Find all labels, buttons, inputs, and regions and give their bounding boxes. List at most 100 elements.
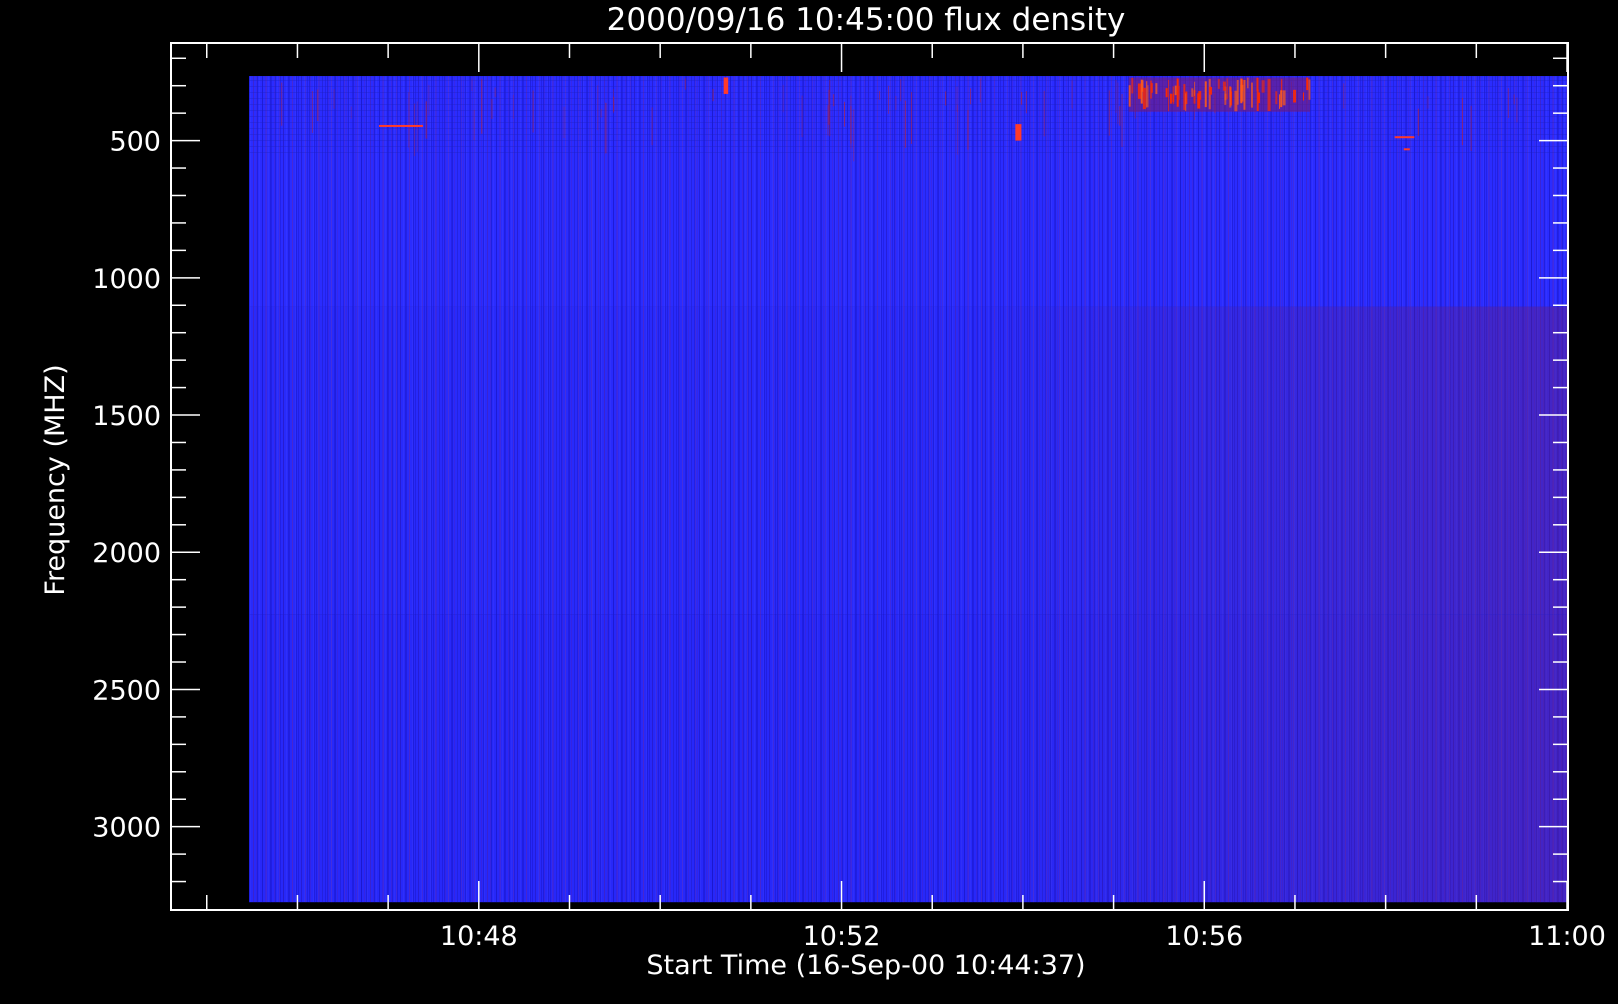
noise-streak [782,84,784,113]
burst-mark [1267,78,1271,112]
noise-streak [1108,90,1110,136]
band-texture [249,76,1567,158]
burst-mark [1275,91,1278,105]
burst-mark [1403,148,1410,151]
burst-mark [1015,124,1022,141]
noise-streak [827,105,829,136]
burst-mark [1165,88,1168,98]
burst-mark [1191,88,1194,97]
noise-streak [1343,83,1345,109]
burst-mark [1226,78,1228,100]
noise-streak [879,91,881,100]
noise-streak [600,108,602,118]
noise-streak [481,79,483,134]
y-tick-label: 2000 [92,538,161,569]
y-tick-label: 1000 [92,264,161,295]
noise-streak [651,107,653,146]
burst-mark [1282,90,1286,106]
burst-mark [1150,80,1153,99]
burst-mark [1278,94,1280,109]
noise-streak [853,109,855,162]
noise-streak [281,82,283,126]
noise-streak [1470,105,1472,151]
burst-mark [1224,93,1227,101]
burst-mark [1240,84,1244,102]
burst-mark [1155,83,1158,94]
noise-streak [684,78,686,90]
burst-mark [379,124,423,127]
x-tick-label: 10:56 [1165,921,1243,952]
noise-streak [563,106,565,139]
noise-streak [613,96,615,112]
y-tick-label: 1500 [92,401,161,432]
burst-mark [1281,79,1283,92]
burst-mark [1306,77,1309,91]
burst-mark [1250,82,1253,108]
noise-streak [605,102,607,154]
burst-mark [1243,79,1246,110]
noise-streak [956,86,958,112]
burst-mark [1185,93,1187,112]
noise-streak [843,101,845,127]
burst-mark [1204,81,1207,108]
noise-streak [910,92,912,144]
burst-mark [1176,78,1179,107]
burst-mark [1256,77,1259,92]
y-tick-label: 2500 [92,675,161,706]
noise-streak [1021,92,1023,105]
noise-streak [1417,108,1419,136]
burst-mark [1293,89,1297,103]
burst-mark [1198,91,1202,100]
band-drift [249,614,1567,903]
noise-streak [1071,80,1073,109]
noise-streak [1513,94,1515,105]
noise-streak [1507,88,1509,119]
burst-mark [1146,81,1148,108]
noise-streak [1516,97,1518,123]
burst-mark [1169,93,1172,104]
noise-streak [1043,90,1045,137]
burst-mark [1140,79,1143,104]
burst-mark [1308,79,1311,100]
chart-svg: 2000/09/16 10:45:00 flux density 500 1000… [40,2,1606,981]
noise-streak [311,91,313,133]
noise-streak [333,89,335,109]
noise-streak [473,109,475,141]
noise-streak [350,106,352,119]
noise-streak [408,92,410,148]
x-axis-label: Start Time (16-Sep-00 10:44:37) [646,950,1085,981]
noise-streak [317,89,319,121]
x-tick-label: 11:00 [1528,921,1606,952]
noise-streak [956,104,958,155]
y-tick-label: 3000 [92,813,161,844]
noise-streak [895,95,897,110]
noise-streak [1115,80,1117,113]
noise-streak [887,85,889,114]
noise-streak [494,87,496,98]
noise-streak [512,94,514,119]
noise-streak [833,94,835,107]
noise-streak [425,101,427,139]
noise-streak [491,99,493,119]
noise-streak [597,85,599,131]
noise-streak [1025,91,1027,114]
burst-mark [1217,79,1220,89]
burst-mark [1394,136,1415,139]
noise-streak [712,89,714,102]
noise-streak [1427,96,1429,109]
heatmap-image [249,76,1567,903]
noise-streak [413,103,415,157]
burst-mark [1209,86,1213,95]
burst-mark [1258,92,1261,104]
burst-mark [1128,85,1131,107]
noise-streak [1461,97,1463,146]
burst-mark [1234,90,1238,112]
burst-mark [1261,80,1265,93]
burst-mark [1178,85,1180,100]
noise-streak [1117,82,1119,125]
noise-streak [967,110,969,150]
burst-mark [1137,83,1141,99]
x-tick-label: 10:52 [803,921,881,952]
burst-mark [1222,81,1226,91]
burst-mark [1142,87,1146,110]
